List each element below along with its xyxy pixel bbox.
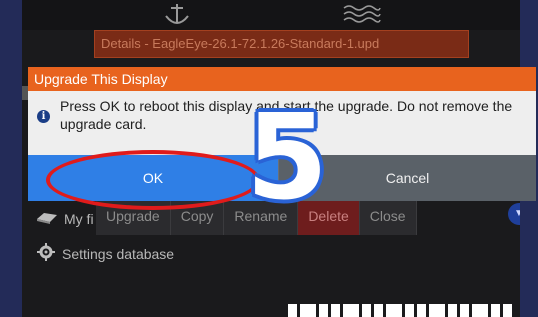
close-button[interactable]: Close (359, 197, 417, 235)
my-files-row[interactable]: My fi (36, 209, 94, 228)
folder-icon (36, 209, 58, 228)
top-icon-strip (22, 0, 520, 30)
left-frame (0, 0, 22, 317)
bottom-decoration (288, 304, 524, 317)
chevron-down-icon[interactable]: ▼ (508, 203, 520, 225)
highlight-ring (46, 150, 260, 210)
anchor-icon (162, 2, 192, 33)
settings-database-label: Settings database (62, 245, 175, 262)
settings-database-row[interactable]: Settings database (36, 243, 174, 264)
info-icon: i (37, 110, 50, 123)
gear-icon (36, 243, 56, 264)
my-files-label: My fi (64, 210, 94, 227)
step-number: 5 (246, 88, 329, 226)
details-bar[interactable]: Details - EagleEye-26.1-72.1.26-Standard… (94, 30, 469, 58)
waves-icon (342, 0, 382, 29)
